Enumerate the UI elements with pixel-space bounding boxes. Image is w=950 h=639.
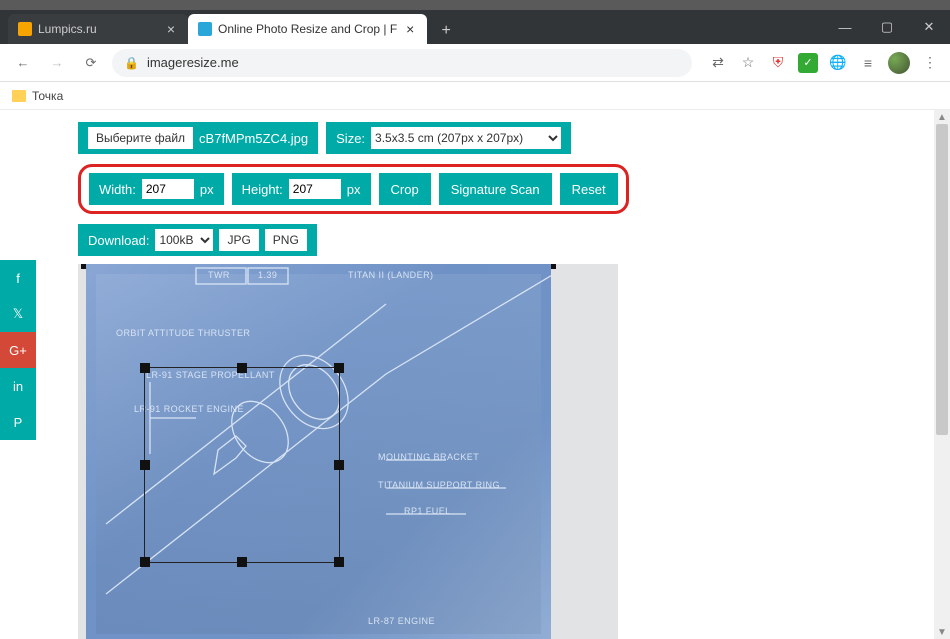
back-button[interactable]: ← — [10, 50, 36, 76]
height-unit: px — [347, 182, 361, 197]
scrollbar[interactable]: ▲ ▼ — [934, 110, 950, 639]
extension-icons: ⇄ ☆ ⛨ ✓ 🌐 ≡ ⋮ — [700, 52, 940, 74]
crop-handle-br[interactable] — [334, 557, 344, 567]
close-icon[interactable]: × — [164, 22, 178, 36]
crop-selection[interactable] — [144, 367, 340, 563]
scroll-up-icon[interactable]: ▲ — [934, 110, 950, 124]
image-editor: TWR 1.39 TITAN II (LANDER) ORBIT ATTITUD… — [78, 264, 618, 639]
bookmark-label: Точка — [32, 89, 63, 103]
crop-button[interactable]: Crop — [379, 173, 431, 205]
label-twr: TWR — [208, 270, 230, 280]
download-pill: Download: 100kB JPG PNG — [78, 224, 317, 256]
tab-imageresize[interactable]: Online Photo Resize and Crop | F × — [188, 14, 427, 44]
signature-scan-button[interactable]: Signature Scan — [439, 173, 552, 205]
tab-strip: Lumpics.ru × Online Photo Resize and Cro… — [0, 10, 950, 44]
titlebar — [0, 0, 950, 10]
choose-file-button[interactable]: Выберите файл — [88, 127, 193, 149]
size-label: Size: — [336, 131, 365, 146]
address-bar: ← → ⟳ 🔒 imageresize.me ⇄ ☆ ⛨ ✓ 🌐 ≡ ⋮ — [0, 44, 950, 82]
width-input[interactable] — [142, 179, 194, 199]
download-size-select[interactable]: 100kB — [155, 229, 213, 251]
tab-favicon — [198, 22, 212, 36]
width-label: Width: — [99, 182, 136, 197]
gplus-button[interactable]: G+ — [0, 332, 36, 368]
crop-handle-t[interactable] — [237, 363, 247, 373]
tab-title: Lumpics.ru — [38, 22, 158, 36]
tab-favicon — [18, 22, 32, 36]
label-ring: TITANIUM SUPPORT RING — [378, 480, 500, 490]
label-fuel: RP1 FUEL — [404, 506, 451, 516]
crop-handle-tl[interactable] — [140, 363, 150, 373]
new-tab-button[interactable]: + — [433, 18, 459, 44]
label-right-title: TITAN II (LANDER) — [348, 270, 434, 280]
forward-button: → — [44, 50, 70, 76]
folder-icon — [12, 90, 26, 102]
window-controls: — ▢ ✕ — [824, 10, 950, 44]
download-label: Download: — [88, 233, 149, 248]
width-unit: px — [200, 182, 214, 197]
url-box[interactable]: 🔒 imageresize.me — [112, 49, 692, 77]
crop-handle-l[interactable] — [140, 460, 150, 470]
height-input[interactable] — [289, 179, 341, 199]
close-window-button[interactable]: ✕ — [908, 10, 950, 44]
minimize-button[interactable]: — — [824, 10, 866, 44]
label-val: 1.39 — [258, 270, 277, 280]
crop-handle-tr[interactable] — [334, 363, 344, 373]
row-file: Выберите файл cB7fMPm5ZC4.jpg Size: 3.5x… — [78, 122, 938, 154]
width-pill: Width: px — [89, 173, 224, 205]
globe-icon[interactable]: 🌐 — [828, 53, 848, 73]
kebab-menu-icon[interactable]: ⋮ — [920, 53, 940, 73]
linkedin-button[interactable]: in — [0, 368, 36, 404]
scroll-down-icon[interactable]: ▼ — [934, 625, 950, 639]
row-download: Download: 100kB JPG PNG — [78, 224, 938, 256]
size-select[interactable]: 3.5x3.5 cm (207px x 207px) — [371, 127, 561, 149]
social-sidebar: f 𝕏 G+ in P — [0, 260, 36, 440]
browser-window: Lumpics.ru × Online Photo Resize and Cro… — [0, 0, 950, 639]
maximize-button[interactable]: ▢ — [866, 10, 908, 44]
label-thruster: ORBIT ATTITUDE THRUSTER — [116, 328, 250, 338]
star-icon[interactable]: ☆ — [738, 53, 758, 73]
dimensions-highlight: Width: px Height: px Crop Signature Scan… — [78, 164, 629, 214]
scroll-thumb[interactable] — [936, 124, 948, 435]
twitter-button[interactable]: 𝕏 — [0, 296, 36, 332]
label-bottom-engine: LR-87 ENGINE — [368, 616, 435, 626]
tab-lumpics[interactable]: Lumpics.ru × — [8, 14, 188, 44]
pinterest-button[interactable]: P — [0, 404, 36, 440]
file-pill: Выберите файл cB7fMPm5ZC4.jpg — [78, 122, 318, 154]
reload-button[interactable]: ⟳ — [78, 50, 104, 76]
reset-button[interactable]: Reset — [560, 173, 618, 205]
jpg-button[interactable]: JPG — [219, 229, 258, 251]
crop-handle-bl[interactable] — [140, 557, 150, 567]
bookmarks-bar: Точка — [0, 82, 950, 110]
page-content: f 𝕏 G+ in P Выберите файл cB7fMPm5ZC4.jp… — [0, 110, 950, 639]
crop-handle-r[interactable] — [334, 460, 344, 470]
crop-handle-b[interactable] — [237, 557, 247, 567]
tab-title: Online Photo Resize and Crop | F — [218, 22, 397, 36]
toolbar-rows: Выберите файл cB7fMPm5ZC4.jpg Size: 3.5x… — [0, 110, 950, 264]
close-icon[interactable]: × — [403, 22, 417, 36]
height-label: Height: — [242, 182, 283, 197]
translate-icon[interactable]: ⇄ — [708, 53, 728, 73]
adblock-icon[interactable]: ⛨ — [768, 53, 788, 73]
url-text: imageresize.me — [147, 55, 239, 70]
size-pill: Size: 3.5x3.5 cm (207px x 207px) — [326, 122, 571, 154]
lock-icon: 🔒 — [124, 56, 139, 70]
scroll-track[interactable] — [936, 124, 948, 625]
png-button[interactable]: PNG — [265, 229, 307, 251]
label-bracket: MOUNTING BRACKET — [378, 452, 479, 462]
facebook-button[interactable]: f — [0, 260, 36, 296]
check-ext-icon[interactable]: ✓ — [798, 53, 818, 73]
height-pill: Height: px — [232, 173, 371, 205]
reading-list-icon[interactable]: ≡ — [858, 53, 878, 73]
profile-avatar[interactable] — [888, 52, 910, 74]
filename-label: cB7fMPm5ZC4.jpg — [199, 131, 308, 146]
bookmark-tochka[interactable]: Точка — [12, 89, 63, 103]
